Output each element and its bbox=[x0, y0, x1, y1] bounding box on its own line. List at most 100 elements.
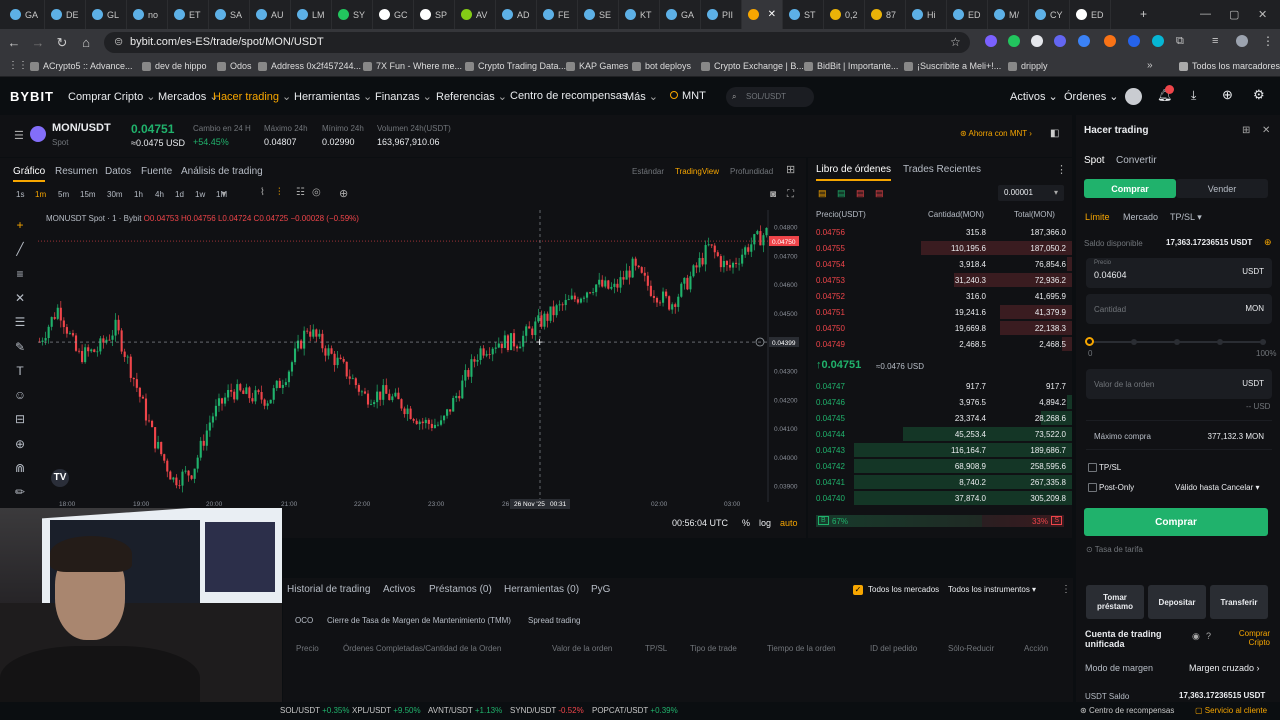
customer-service-link[interactable]: ▢ Servicio al cliente bbox=[1195, 706, 1267, 715]
browser-tab[interactable]: SP bbox=[414, 0, 455, 29]
magnet-icon[interactable]: ⋒ bbox=[12, 461, 28, 475]
extension-icon[interactable] bbox=[1128, 35, 1140, 47]
browser-tab[interactable]: PII bbox=[701, 0, 742, 29]
slider-handle[interactable] bbox=[1085, 337, 1094, 346]
eye-icon[interactable]: ◉ bbox=[1192, 631, 1200, 642]
reload-icon[interactable]: ↻ bbox=[50, 35, 74, 51]
bookmark-item[interactable]: Address 0x2f457244... bbox=[258, 61, 361, 71]
quantity-input[interactable]: Cantidad MON bbox=[1086, 294, 1272, 324]
close-window-icon[interactable]: ✕ bbox=[1258, 8, 1267, 21]
bid-row[interactable]: 0.04742 68,908.9 258,595.6 bbox=[808, 458, 1072, 474]
footer-ticker[interactable]: SYND/USDT -0.52% bbox=[510, 706, 584, 715]
bookmark-item[interactable]: bot deploys bbox=[632, 61, 691, 71]
orders-subtab[interactable]: Cierre de Tasa de Margen de Mantenimient… bbox=[327, 616, 511, 625]
help-icon[interactable]: ? bbox=[1206, 631, 1211, 641]
mnt-promo[interactable]: ⊛ Ahorra con MNT › bbox=[960, 129, 1032, 138]
browser-tab[interactable]: GA bbox=[660, 0, 701, 29]
interval-option[interactable]: 1h bbox=[134, 190, 143, 199]
time-in-force-select[interactable]: Válido hasta Cancelar ▾ bbox=[1175, 483, 1260, 492]
bid-row[interactable]: 0.04745 23,374.4 28,268.6 bbox=[808, 410, 1072, 426]
ask-row[interactable]: 0.04750 19,669.8 22,138.3 bbox=[808, 320, 1072, 336]
home-icon[interactable]: ⌂ bbox=[74, 35, 98, 50]
horizontal-lines-icon[interactable]: ≡ bbox=[12, 267, 28, 281]
bid-row[interactable]: 0.04743 116,164.7 189,686.7 bbox=[808, 442, 1072, 458]
chart-tab[interactable]: Fuente bbox=[141, 166, 172, 177]
nav-menu-item[interactable]: Referencias ⌄ bbox=[436, 90, 507, 103]
slider-step[interactable] bbox=[1174, 339, 1180, 345]
browser-tab[interactable]: FE bbox=[537, 0, 578, 29]
bookmark-item[interactable]: Odos bbox=[217, 61, 252, 71]
tab-recent-trades[interactable]: Trades Recientes bbox=[903, 164, 981, 175]
url-field[interactable]: ⊜ bybit.com/es-ES/trade/spot/MON/USDT bbox=[104, 32, 970, 53]
browser-menu-icon[interactable]: ⋮ bbox=[1262, 34, 1274, 48]
view-asks-icon[interactable]: ▤ bbox=[856, 188, 865, 199]
price-input[interactable]: Precio 0.04604 USDT bbox=[1086, 258, 1272, 288]
bookmark-item[interactable]: ¡Suscribite a Meli+!... bbox=[904, 61, 1001, 71]
price-chart[interactable]: 0.048000.047000.046000.045000.044000.043… bbox=[38, 210, 806, 512]
instruments-select[interactable]: Todos los instrumentos ▾ bbox=[948, 585, 1036, 594]
browser-tab[interactable]: GA bbox=[4, 0, 45, 29]
view-list-icon[interactable]: ▤ bbox=[875, 188, 884, 199]
post-only-checkbox[interactable] bbox=[1088, 483, 1097, 492]
extension-icon[interactable] bbox=[1152, 35, 1164, 47]
tab-order-book[interactable]: Libro de órdenes bbox=[816, 164, 892, 181]
templates-icon[interactable]: ☷ bbox=[296, 187, 305, 198]
browser-tab[interactable]: AU bbox=[250, 0, 291, 29]
ask-row[interactable]: 0.04755 110,195.6 187,050.2 bbox=[808, 240, 1072, 256]
bookmark-item[interactable]: dev de hippo bbox=[142, 61, 207, 71]
chart-view-option[interactable]: TradingView bbox=[675, 167, 719, 176]
text-icon[interactable]: T bbox=[12, 364, 28, 378]
sell-side-tab[interactable]: Vender bbox=[1176, 179, 1268, 198]
extension-icon[interactable] bbox=[1054, 35, 1066, 47]
close-tab-icon[interactable]: ✕ bbox=[768, 9, 776, 20]
slider-step[interactable] bbox=[1260, 339, 1266, 345]
precision-select[interactable]: 0.00001 ▾ bbox=[998, 185, 1064, 201]
ask-row[interactable]: 0.04749 2,468.5 2,468.5 bbox=[808, 336, 1072, 352]
browser-tab[interactable]: ST bbox=[783, 0, 824, 29]
footer-ticker[interactable]: XPL/USDT +9.50% bbox=[352, 706, 421, 715]
deposit-plus-icon[interactable]: ⊕ bbox=[1264, 237, 1272, 248]
borrow-button[interactable]: Tomar préstamo bbox=[1086, 585, 1144, 619]
chart-view-option[interactable]: Profundidad bbox=[730, 167, 773, 176]
fib-icon[interactable]: ☰ bbox=[12, 315, 28, 329]
footer-ticker[interactable]: SOL/USDT +0.35% bbox=[280, 706, 349, 715]
order-type-tpsl[interactable]: TP/SL ▾ bbox=[1170, 212, 1202, 223]
tab-convert[interactable]: Convertir bbox=[1116, 155, 1157, 166]
browser-tab[interactable]: M/ bbox=[988, 0, 1029, 29]
order-type-market[interactable]: Mercado bbox=[1123, 212, 1158, 222]
zoom-icon[interactable]: ⊕ bbox=[12, 437, 28, 451]
browser-tab[interactable]: SE bbox=[578, 0, 619, 29]
camera-icon[interactable]: ◙ bbox=[770, 189, 776, 200]
interval-dropdown-icon[interactable]: ▾ bbox=[222, 189, 226, 198]
orders-subtab[interactable]: OCO bbox=[295, 616, 313, 625]
transfer-button[interactable]: Transferir bbox=[1210, 585, 1268, 619]
tab-spot[interactable]: Spot bbox=[1084, 155, 1105, 166]
add-indicator-icon[interactable]: ⊕ bbox=[339, 187, 348, 200]
nav-menu-item[interactable]: Mercados ⌄ bbox=[158, 90, 219, 103]
ask-row[interactable]: 0.04752 316.0 41,695.9 bbox=[808, 288, 1072, 304]
margin-mode-select[interactable]: Margen cruzado › bbox=[1189, 663, 1260, 673]
compare-icon[interactable]: ◎ bbox=[312, 187, 321, 198]
ask-row[interactable]: 0.04751 19,241.6 41,379.9 bbox=[808, 304, 1072, 320]
download-icon[interactable]: ⤓ bbox=[1191, 88, 1196, 103]
forward-icon[interactable]: → bbox=[26, 35, 50, 50]
view-bids-icon[interactable]: ▤ bbox=[837, 188, 846, 199]
slider-step[interactable] bbox=[1217, 339, 1223, 345]
fullscreen-icon[interactable]: ⛶ bbox=[787, 189, 794, 200]
extension-icon[interactable] bbox=[1031, 35, 1043, 47]
extension-icon[interactable] bbox=[1008, 35, 1020, 47]
bid-row[interactable]: 0.04741 8,740.2 267,335.8 bbox=[808, 474, 1072, 490]
extensions-puzzle-icon[interactable]: ⧉ bbox=[1176, 35, 1184, 48]
bid-row[interactable]: 0.04744 45,253.4 73,522.0 bbox=[808, 426, 1072, 442]
bookmark-item[interactable]: BidBit | Importante... bbox=[804, 61, 898, 71]
emoji-icon[interactable]: ☺ bbox=[12, 388, 28, 402]
bookmark-star-icon[interactable]: ☆ bbox=[950, 35, 961, 49]
browser-tab[interactable]: ED bbox=[947, 0, 988, 29]
interval-option[interactable]: 1w bbox=[195, 190, 205, 199]
more-options-icon[interactable]: ⋮ bbox=[1061, 584, 1071, 595]
nav-menu-item[interactable]: Comprar Cripto ⌄ bbox=[68, 90, 155, 103]
markets-menu-icon[interactable]: ☰ bbox=[14, 129, 24, 142]
back-icon[interactable]: ← bbox=[2, 35, 26, 50]
chart-view-option[interactable]: Estándar bbox=[632, 167, 664, 176]
menu-lines-icon[interactable]: ≡ bbox=[1212, 35, 1218, 47]
